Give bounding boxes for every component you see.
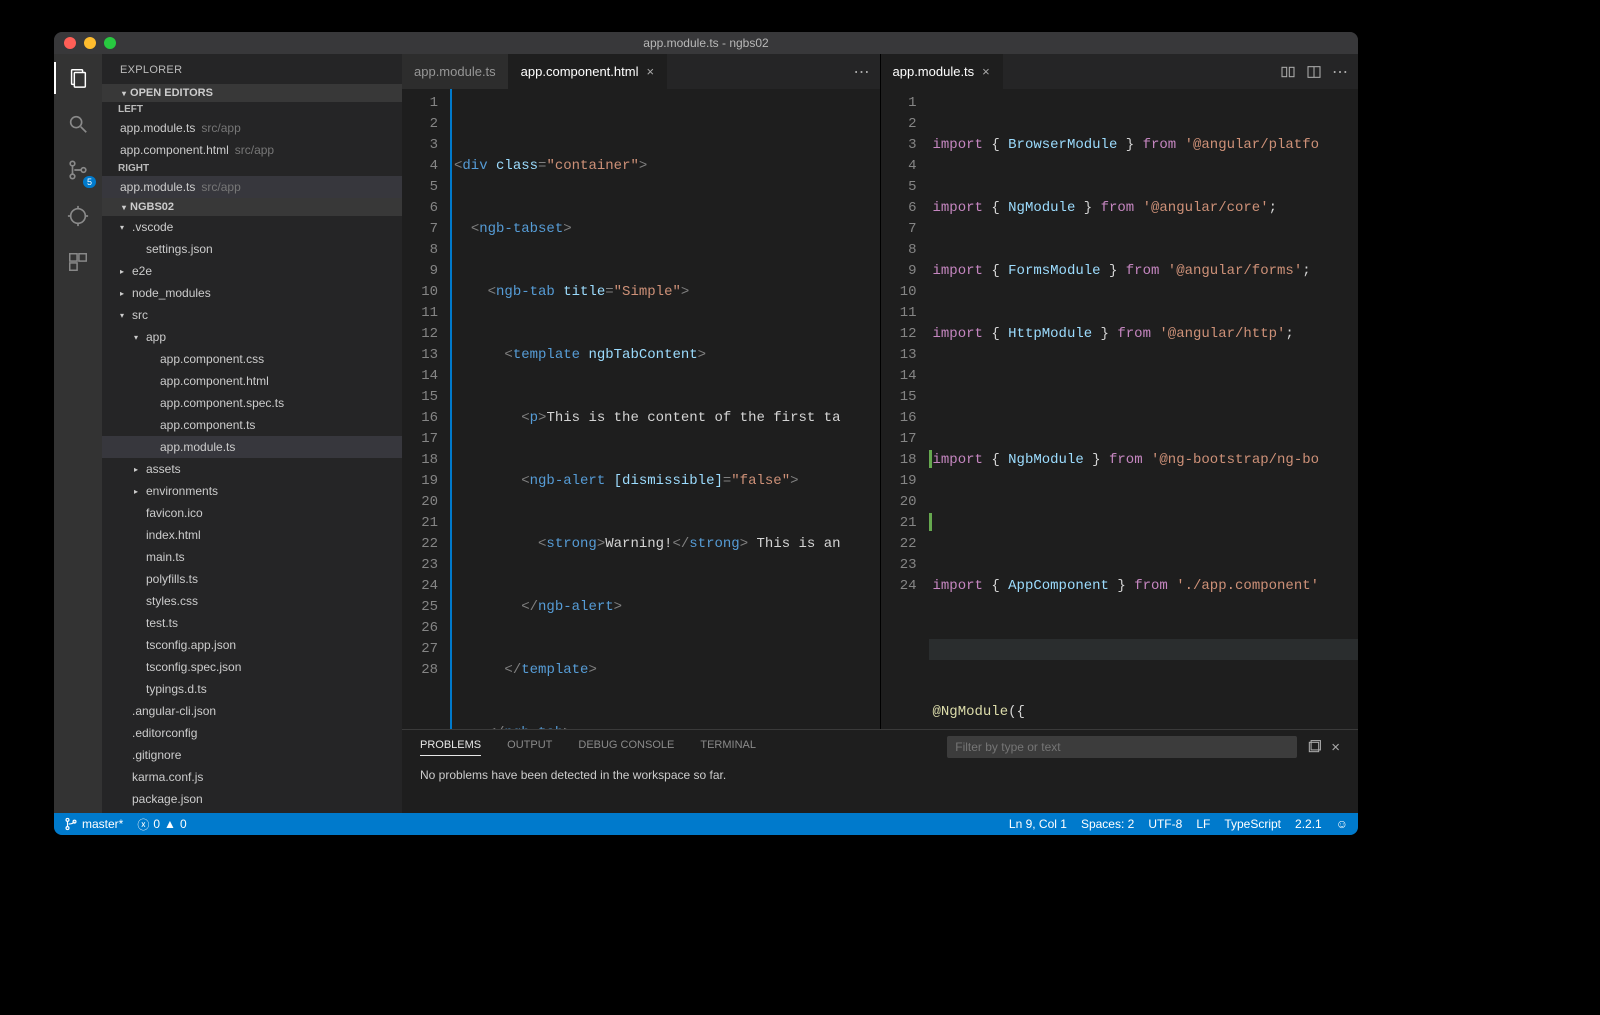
tab-app-module-right[interactable]: app.module.ts× — [881, 54, 1003, 89]
tree-item[interactable]: ▸environments — [102, 480, 402, 502]
panel-tab-debug[interactable]: DEBUG CONSOLE — [578, 739, 674, 756]
project-header[interactable]: ▾NGBS02 — [102, 198, 402, 216]
tree-item[interactable]: styles.css — [102, 590, 402, 612]
tree-item[interactable]: index.html — [102, 524, 402, 546]
tree-item[interactable]: settings.json — [102, 238, 402, 260]
tabs-left: app.module.ts app.component.html× ⋯ — [402, 54, 880, 89]
open-editor-item[interactable]: app.module.tssrc/app — [102, 117, 402, 139]
status-ver[interactable]: 2.2.1 — [1295, 817, 1322, 831]
search-icon[interactable] — [64, 110, 92, 138]
close-icon[interactable]: × — [646, 64, 654, 79]
gutter-left: 1234567891011121314151617181920212223242… — [402, 89, 450, 729]
code-right[interactable]: import { BrowserModule } from '@angular/… — [929, 89, 1359, 729]
status-branch[interactable]: master* — [64, 817, 123, 831]
problems-message: No problems have been detected in the wo… — [402, 764, 1358, 786]
status-lang[interactable]: TypeScript — [1224, 817, 1281, 831]
tree-item[interactable]: ▸node_modules — [102, 282, 402, 304]
status-bar: master* ⓧ0 ▲0 Ln 9, Col 1 Spaces: 2 UTF-… — [54, 813, 1358, 835]
tree-item[interactable]: app.module.ts — [102, 436, 402, 458]
tree-item[interactable]: favicon.ico — [102, 502, 402, 524]
tree-item[interactable]: app.component.css — [102, 348, 402, 370]
tab-app-module[interactable]: app.module.ts — [402, 54, 509, 89]
panel-tab-output[interactable]: OUTPUT — [507, 739, 552, 756]
tree-item[interactable]: .gitignore — [102, 744, 402, 766]
error-icon: ⓧ — [137, 816, 149, 833]
tree-item[interactable]: ▾src — [102, 304, 402, 326]
tree-item[interactable]: tsconfig.spec.json — [102, 656, 402, 678]
tree-item[interactable]: tsconfig.app.json — [102, 634, 402, 656]
split-icon[interactable] — [1306, 64, 1322, 80]
open-editor-item[interactable]: app.module.tssrc/app — [102, 176, 402, 198]
status-lncol[interactable]: Ln 9, Col 1 — [1009, 817, 1067, 831]
window-title: app.module.ts - ngbs02 — [54, 36, 1358, 50]
minimize-window-icon[interactable] — [84, 37, 96, 49]
status-eol[interactable]: LF — [1196, 817, 1210, 831]
source-control-icon[interactable]: 5 — [64, 156, 92, 184]
tabs-right: app.module.ts× ⋯ — [881, 54, 1359, 89]
close-window-icon[interactable] — [64, 37, 76, 49]
sidebar-title: EXPLORER — [102, 54, 402, 84]
git-badge: 5 — [83, 176, 96, 188]
bottom-panel: PROBLEMS OUTPUT DEBUG CONSOLE TERMINAL ×… — [402, 729, 1358, 813]
more-icon[interactable]: ⋯ — [854, 62, 870, 82]
open-editors-header[interactable]: ▾OPEN EDITORS — [102, 84, 402, 102]
tree-item[interactable]: app.component.ts — [102, 414, 402, 436]
panel-tab-terminal[interactable]: TERMINAL — [700, 739, 756, 756]
status-encoding[interactable]: UTF-8 — [1148, 817, 1182, 831]
tree-item[interactable]: main.ts — [102, 546, 402, 568]
close-panel-icon[interactable]: × — [1331, 739, 1340, 756]
open-editors-right-label: RIGHT — [102, 161, 402, 176]
tab-app-component-html[interactable]: app.component.html× — [509, 54, 667, 89]
extensions-icon[interactable] — [64, 248, 92, 276]
gutter-right: 123456789101112131415161718192021222324 — [881, 89, 929, 729]
maximize-panel-icon[interactable] — [1307, 740, 1321, 754]
tree-item[interactable]: package.json — [102, 788, 402, 810]
editor-group-right: app.module.ts× ⋯ 123456789101112 — [880, 54, 1359, 729]
close-icon[interactable]: × — [982, 64, 990, 79]
panel-tab-problems[interactable]: PROBLEMS — [420, 739, 481, 756]
tree-item[interactable]: ▾.vscode — [102, 216, 402, 238]
tree-item[interactable]: .angular-cli.json — [102, 700, 402, 722]
tree-item[interactable]: ▸e2e — [102, 260, 402, 282]
debug-icon[interactable] — [64, 202, 92, 230]
zoom-window-icon[interactable] — [104, 37, 116, 49]
sidebar: EXPLORER ▾OPEN EDITORS LEFT app.module.t… — [102, 54, 402, 813]
more-icon[interactable]: ⋯ — [1332, 62, 1348, 82]
activity-bar: 5 — [54, 54, 102, 813]
status-errors[interactable]: ⓧ0 ▲0 — [137, 816, 186, 833]
tree-item[interactable]: .editorconfig — [102, 722, 402, 744]
compare-icon[interactable] — [1280, 64, 1296, 80]
tree-item[interactable]: ▾app — [102, 326, 402, 348]
code-left[interactable]: <div class="container"> <ngb-tabset> <ng… — [450, 89, 880, 729]
window-controls — [64, 37, 116, 49]
tree-item[interactable]: test.ts — [102, 612, 402, 634]
vscode-window: app.module.ts - ngbs02 5 EXPLORER — [54, 32, 1358, 835]
tree-item[interactable]: app.component.html — [102, 370, 402, 392]
tree-item[interactable]: karma.conf.js — [102, 766, 402, 788]
editors-area: app.module.ts app.component.html× ⋯ 1234… — [402, 54, 1358, 813]
titlebar: app.module.ts - ngbs02 — [54, 32, 1358, 54]
status-spaces[interactable]: Spaces: 2 — [1081, 817, 1134, 831]
editor-group-left: app.module.ts app.component.html× ⋯ 1234… — [402, 54, 880, 729]
open-editors-left-label: LEFT — [102, 102, 402, 117]
tree-item[interactable]: app.component.spec.ts — [102, 392, 402, 414]
explorer-icon[interactable] — [64, 64, 92, 92]
branch-icon — [64, 817, 78, 831]
tree-item[interactable]: polyfills.ts — [102, 568, 402, 590]
open-editor-item[interactable]: app.component.htmlsrc/app — [102, 139, 402, 161]
warning-icon: ▲ — [164, 817, 176, 831]
problems-filter-input[interactable] — [947, 736, 1297, 758]
tree-item[interactable]: typings.d.ts — [102, 678, 402, 700]
status-feedback-icon[interactable]: ☺ — [1336, 817, 1348, 831]
tree-item[interactable]: ▸assets — [102, 458, 402, 480]
